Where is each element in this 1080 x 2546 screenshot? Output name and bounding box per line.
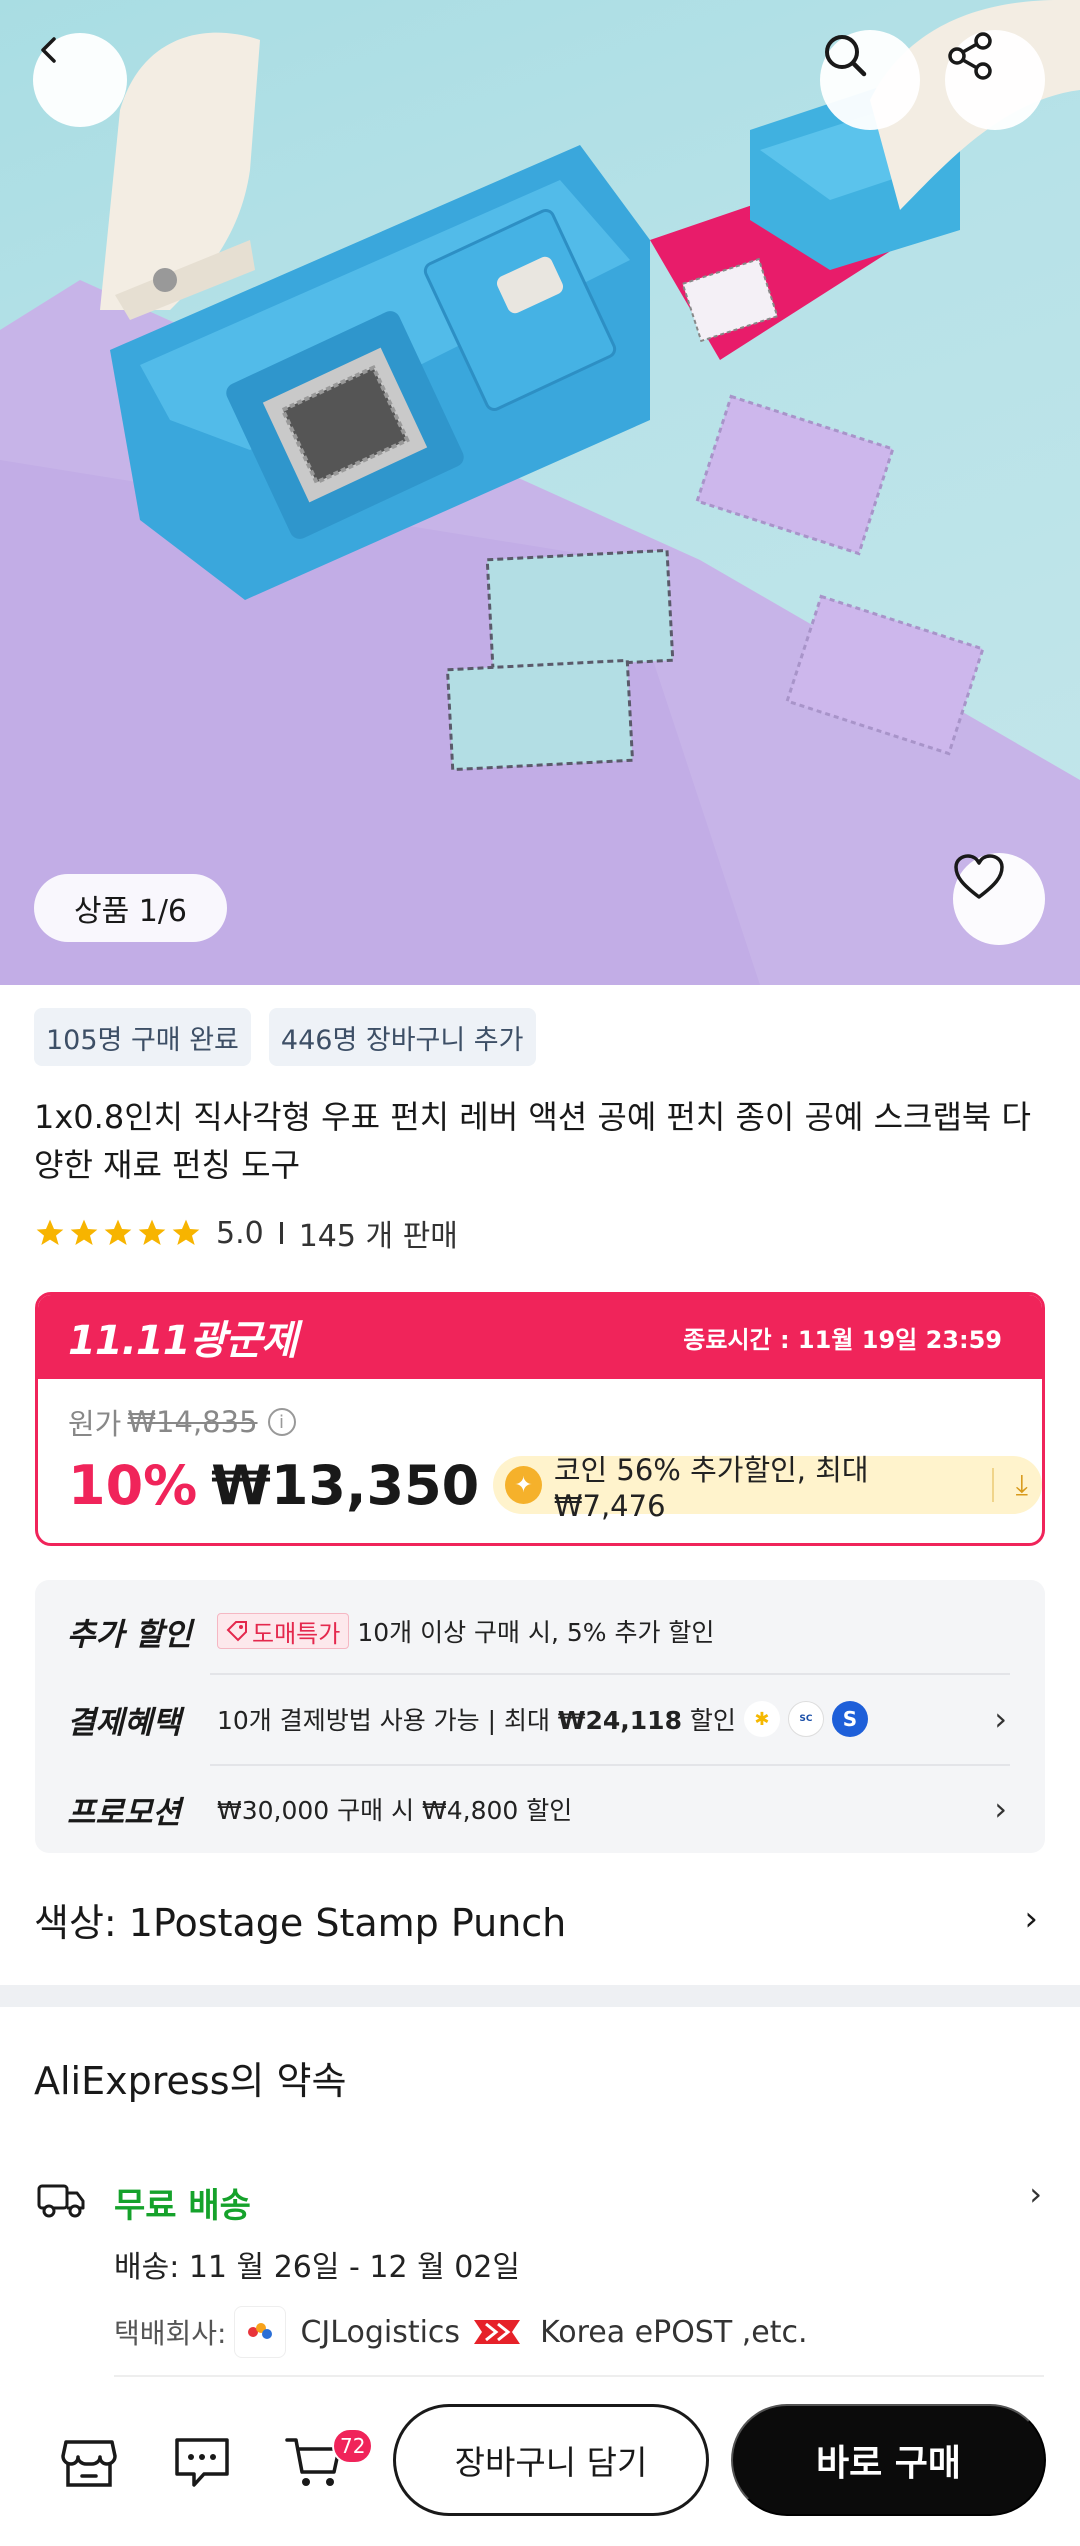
korea-post-logo — [468, 2312, 527, 2352]
payment-benefit-label: 결제혜택 — [67, 1704, 182, 1741]
share-button[interactable] — [945, 30, 1045, 130]
heart-icon — [954, 854, 1004, 899]
delivery-date: 배송: 11 월 26일 - 12 월 02일 — [114, 2250, 520, 2285]
free-shipping-label[interactable]: 무료 배송 — [114, 2178, 251, 2227]
original-price-row: 원가 ₩14,835 i — [68, 1401, 296, 1443]
image-counter: 상품 1/6 — [34, 874, 228, 942]
chevron-right-icon: › — [994, 1790, 1007, 1828]
variant-text: 색상: 1Postage Stamp Punch — [34, 1900, 567, 1945]
rating-separator — [279, 1222, 283, 1244]
promotion-text: ₩30,000 구매 시 ₩4,800 할인 — [217, 1796, 573, 1825]
chevron-right-icon: › — [1024, 1899, 1038, 1939]
star-icon — [172, 1219, 200, 1245]
carrier-label: 택배회사: — [114, 2317, 227, 2350]
promo-end-time: 종료시간 : 11월 19일 23:59 — [683, 1325, 1002, 1354]
buy-now-button[interactable]: 바로 구매 — [731, 2404, 1046, 2516]
add-to-cart-button[interactable]: 장바구니 담기 — [393, 2404, 709, 2516]
promo-logo: 11.11광군제 — [68, 1318, 298, 1364]
wishlist-button[interactable] — [953, 853, 1045, 945]
coin-discount-text: 코인 56% 추가할인, 최대 ₩7,476 — [553, 1453, 869, 1523]
korea-post-icon — [474, 2320, 521, 2344]
payment-benefit-amount: ₩24,118 — [557, 1706, 682, 1735]
payment-benefit-text-suffix: 할인 — [681, 1706, 736, 1735]
divider — [210, 1764, 1010, 1766]
section-separator — [0, 1985, 1080, 2007]
back-button[interactable] — [33, 33, 127, 127]
current-price-row: 10% ₩13,350 ✦ 코인 56% 추가할인, 최대 ₩7,476 ⤓ — [68, 1445, 1042, 1525]
promotion-row[interactable]: 프로모션 ₩30,000 구매 시 ₩4,800 할인 › — [67, 1780, 1017, 1838]
original-price-label: 원가 — [68, 1407, 122, 1441]
carrier-1: CJLogistics — [300, 2314, 461, 2350]
shinhan-card-icon: S — [831, 1701, 868, 1737]
wholesale-badge-text: 도매특가 — [252, 1619, 341, 1648]
chevron-right-icon[interactable]: › — [1029, 2175, 1042, 2213]
rating-value: 5.0 — [216, 1215, 264, 1251]
promotion-label: 프로모션 — [67, 1794, 182, 1831]
wholesale-badge: 도매특가 — [217, 1613, 350, 1649]
bottom-action-bar: 72 장바구니 담기 바로 구매 — [0, 2382, 1080, 2546]
extra-discount-label: 추가 할인 — [67, 1616, 192, 1653]
cj-logistics-logo — [234, 2306, 287, 2358]
star-icon — [70, 1219, 98, 1245]
truck-icon — [37, 2184, 85, 2218]
discount-percent: 10% — [68, 1453, 198, 1517]
tag-icon — [226, 1621, 247, 1642]
kb-card-icon: ✱ — [743, 1701, 780, 1737]
payment-benefit-row[interactable]: 결제혜택 10개 결제방법 사용 가능 | 최대 ₩24,118 할인 ✱ SC… — [67, 1690, 1017, 1748]
benefits-box: 추가 할인 도매특가 10개 이상 구매 시, 5% 추가 할인 결제혜택 10… — [35, 1580, 1045, 1853]
store-icon[interactable] — [60, 2434, 118, 2490]
purchased-count-tag: 105명 구매 완료 — [34, 1008, 251, 1066]
info-icon[interactable]: i — [267, 1408, 296, 1436]
extra-discount-text: 10개 이상 구매 시, 5% 추가 할인 — [357, 1618, 715, 1647]
carrier-2: Korea ePOST ,etc. — [540, 2314, 808, 2350]
promo-header: 11.11광군제 종료시간 : 11월 19일 23:59 — [38, 1295, 1042, 1379]
divider — [210, 1673, 1010, 1675]
variant-selector[interactable]: 색상: 1Postage Stamp Punch › — [34, 1890, 1044, 1948]
product-image-gallery[interactable]: 상품 1/6 — [0, 0, 1080, 985]
coin-icon: ✦ — [505, 1466, 542, 1504]
chevron-right-icon: › — [994, 1700, 1007, 1738]
chat-icon[interactable] — [172, 2434, 232, 2490]
back-icon — [41, 37, 56, 63]
original-price: ₩14,835 — [127, 1405, 258, 1439]
promise-title: AliExpress의 약속 — [34, 2059, 347, 2103]
current-price: ₩13,350 — [211, 1453, 480, 1517]
sold-count: 145 개 판매 — [298, 1219, 458, 1254]
product-photo — [0, 0, 1080, 985]
search-button[interactable] — [820, 30, 920, 130]
star-icon — [138, 1219, 166, 1245]
payment-benefit-text: 10개 결제방법 사용 가능 | 최대 ₩24,118 할인 — [217, 1701, 736, 1737]
download-icon[interactable]: ⤓ — [991, 1468, 1028, 1502]
samsung-card-icon: SC — [787, 1701, 824, 1737]
product-title: 1x0.8인치 직사각형 우표 펀치 레버 액션 공예 펀치 종이 공예 스크랩… — [34, 1098, 1031, 1184]
star-icon — [104, 1219, 132, 1245]
cj-logo-icon — [248, 2323, 273, 2339]
rating-row[interactable]: 5.0 145 개 판매 — [34, 1210, 458, 1256]
search-icon — [825, 35, 867, 77]
carrier-row: 택배회사: CJLogistics Korea ePOST ,etc. — [114, 2306, 808, 2358]
star-icon — [36, 1219, 64, 1245]
cart-count-badge: 72 — [332, 2428, 374, 2464]
extra-discount-row: 추가 할인 도매특가 10개 이상 구매 시, 5% 추가 할인 — [67, 1602, 1017, 1660]
divider — [114, 2375, 1044, 2377]
star-rating — [34, 1217, 202, 1249]
social-proof-tags: 105명 구매 완료 446명 장바구니 추가 — [34, 1008, 536, 1066]
price-card[interactable]: 11.11광군제 종료시간 : 11월 19일 23:59 원가 ₩14,835… — [35, 1292, 1045, 1546]
coin-discount-pill[interactable]: ✦ 코인 56% 추가할인, 최대 ₩7,476 ⤓ — [493, 1453, 1042, 1523]
payment-benefit-text-part: 10개 결제방법 사용 가능 | 최대 — [217, 1706, 558, 1735]
share-icon — [948, 32, 992, 80]
cart-count-tag: 446명 장바구니 추가 — [268, 1008, 536, 1066]
